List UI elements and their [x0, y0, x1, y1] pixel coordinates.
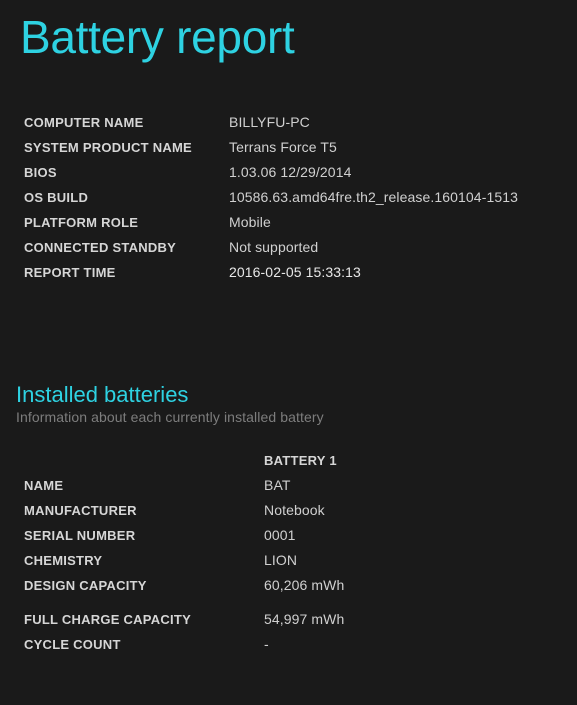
row-value: LION [264, 552, 298, 568]
row-value: 1.03.06 12/29/2014 [229, 164, 352, 180]
row-value: 60,206 mWh [264, 577, 345, 593]
row-label: FULL CHARGE CAPACITY [24, 612, 192, 627]
row-value: - [264, 636, 269, 652]
row-label: CHEMISTRY [24, 553, 103, 568]
table-row: DESIGN CAPACITY 60,206 mWh [0, 573, 577, 598]
row-label: CYCLE COUNT [24, 637, 121, 652]
row-label: PLATFORM ROLE [24, 215, 139, 230]
row-value: 54,997 mWh [264, 611, 345, 627]
table-row: FULL CHARGE CAPACITY 54,997 mWh [0, 607, 577, 632]
row-label: NAME [24, 478, 64, 493]
row-label: MANUFACTURER [24, 503, 137, 518]
row-label: BIOS [24, 165, 57, 180]
battery-report-page: Battery report COMPUTER NAME BILLYFU-PC … [0, 0, 577, 705]
table-row: CONNECTED STANDBY Not supported [0, 235, 577, 260]
system-information-table: COMPUTER NAME BILLYFU-PC SYSTEM PRODUCT … [0, 110, 577, 285]
table-row: REPORT TIME 2016-02-05 15:33:13 [0, 260, 577, 285]
table-row: MANUFACTURER Notebook [0, 498, 577, 523]
row-label: SERIAL NUMBER [24, 528, 136, 543]
table-column-header-row: BATTERY 1 [0, 448, 577, 473]
table-row: NAME BAT [0, 473, 577, 498]
page-title: Battery report [20, 11, 295, 63]
row-value: BILLYFU-PC [229, 114, 310, 130]
row-label: OS BUILD [24, 190, 89, 205]
section-heading: Installed batteries [16, 382, 189, 407]
installed-batteries-table: BATTERY 1 NAME BAT MANUFACTURER Notebook… [0, 448, 577, 657]
row-value: Notebook [264, 502, 325, 518]
table-row: CYCLE COUNT - [0, 632, 577, 657]
row-label: DESIGN CAPACITY [24, 578, 147, 593]
row-value: BAT [264, 477, 291, 493]
row-value: Terrans Force T5 [229, 139, 337, 155]
section-subheading: Information about each currently install… [16, 409, 324, 425]
table-row: BIOS 1.03.06 12/29/2014 [0, 160, 577, 185]
row-value: Mobile [229, 214, 271, 230]
row-label: SYSTEM PRODUCT NAME [24, 140, 192, 155]
table-row: PLATFORM ROLE Mobile [0, 210, 577, 235]
row-label: COMPUTER NAME [24, 115, 144, 130]
table-row: CHEMISTRY LION [0, 548, 577, 573]
table-row: COMPUTER NAME BILLYFU-PC [0, 110, 577, 135]
row-label: CONNECTED STANDBY [24, 240, 177, 255]
row-value: 2016-02-05 15:33:13 [229, 264, 361, 280]
column-header-battery-1: BATTERY 1 [264, 453, 337, 468]
row-label: REPORT TIME [24, 265, 116, 280]
table-row: OS BUILD 10586.63.amd64fre.th2_release.1… [0, 185, 577, 210]
row-value: 10586.63.amd64fre.th2_release.160104-151… [229, 189, 518, 205]
row-value: Not supported [229, 239, 319, 255]
table-row: SERIAL NUMBER 0001 [0, 523, 577, 548]
row-value: 0001 [264, 527, 296, 543]
table-row: SYSTEM PRODUCT NAME Terrans Force T5 [0, 135, 577, 160]
